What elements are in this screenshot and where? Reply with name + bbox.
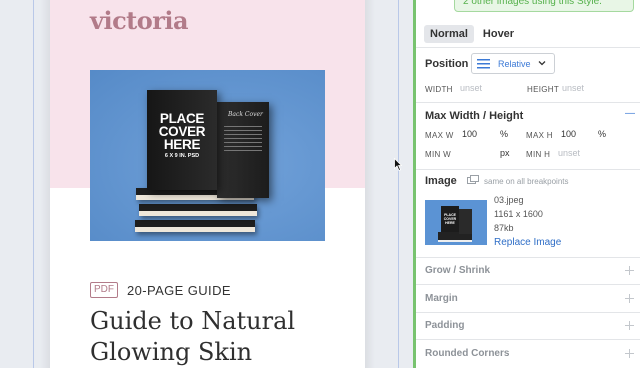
- expand-plus-icon[interactable]: [625, 294, 634, 303]
- position-label: Position: [425, 58, 469, 70]
- book-front-cover: PLACE COVER HERE 6 X 9 IN. PSD: [147, 90, 217, 190]
- book-stack: [135, 220, 255, 232]
- tab-normal[interactable]: Normal: [424, 25, 474, 43]
- max-height-unit[interactable]: %: [598, 129, 606, 139]
- replace-image-link[interactable]: Replace Image: [494, 237, 561, 248]
- chevron-down-icon: [538, 61, 546, 66]
- guide-meta: PDF 20-PAGE GUIDE: [90, 281, 231, 299]
- collapse-icon[interactable]: —: [625, 108, 635, 119]
- hero-image[interactable]: Back Cover PLACE COVER HERE 6 X 9 IN. PS…: [90, 70, 325, 241]
- tab-hover[interactable]: Hover: [477, 25, 520, 43]
- page-title[interactable]: Guide to Natural Glowing Skin: [90, 306, 350, 368]
- expand-plus-icon[interactable]: [625, 321, 634, 330]
- min-width-label: MIN W: [425, 150, 451, 159]
- max-width-label: MAX W: [425, 131, 454, 140]
- book-back-cover: Back Cover: [217, 102, 269, 198]
- image-dimensions: 1161 x 1600: [494, 209, 543, 219]
- breakpoint-note: same on all breakpoints: [484, 177, 569, 186]
- page-shadow: [365, 0, 375, 368]
- brand-logo-text[interactable]: victoria: [90, 6, 189, 35]
- state-tabs: Normal Hover: [424, 25, 520, 43]
- position-relative-icon: [477, 58, 490, 68]
- expand-plus-icon[interactable]: [625, 266, 634, 275]
- expand-plus-icon[interactable]: [625, 349, 634, 358]
- guide-kind-label: 20-PAGE GUIDE: [127, 282, 231, 298]
- max-height-field[interactable]: 100: [561, 129, 576, 139]
- min-height-field[interactable]: unset: [558, 148, 580, 158]
- page-shadow: [40, 0, 50, 368]
- book-stack: [139, 204, 257, 216]
- canvas-guide-left: [33, 0, 34, 368]
- width-field[interactable]: unset: [460, 83, 482, 93]
- style-panel: 2 other images using this Style. Normal …: [413, 0, 640, 368]
- height-field[interactable]: unset: [562, 83, 584, 93]
- image-file-name: 03.jpeg: [494, 195, 524, 205]
- page-preview: victoria Back Cover PLACE COVER HERE 6 X…: [50, 0, 365, 368]
- editor-canvas[interactable]: victoria Back Cover PLACE COVER HERE 6 X…: [0, 0, 413, 368]
- min-height-label: MIN H: [526, 150, 551, 159]
- section-margin[interactable]: Margin: [425, 293, 458, 304]
- image-file-size: 87kb: [494, 223, 514, 233]
- max-height-label: MAX H: [526, 131, 553, 140]
- position-select[interactable]: Relative: [471, 53, 555, 74]
- canvas-guide-right: [398, 0, 399, 368]
- section-padding[interactable]: Padding: [425, 320, 464, 331]
- max-width-field[interactable]: 100: [462, 129, 477, 139]
- section-grow-shrink[interactable]: Grow / Shrink: [425, 265, 490, 276]
- max-size-section-title[interactable]: Max Width / Height: [425, 110, 523, 122]
- breakpoints-icon: [467, 175, 479, 184]
- mouse-cursor-icon: [394, 158, 402, 171]
- width-label: WIDTH: [425, 85, 453, 94]
- image-thumbnail[interactable]: PLACE COVER HERE: [425, 200, 487, 245]
- section-rounded-corners[interactable]: Rounded Corners: [425, 348, 509, 359]
- style-usage-notice: 2 other images using this Style.: [454, 0, 634, 12]
- max-width-unit[interactable]: %: [500, 129, 508, 139]
- position-select-value: Relative: [498, 58, 531, 69]
- height-label: HEIGHT: [527, 85, 560, 94]
- min-width-unit[interactable]: px: [500, 148, 510, 158]
- image-label: Image: [425, 175, 457, 187]
- pdf-badge: PDF: [90, 282, 118, 298]
